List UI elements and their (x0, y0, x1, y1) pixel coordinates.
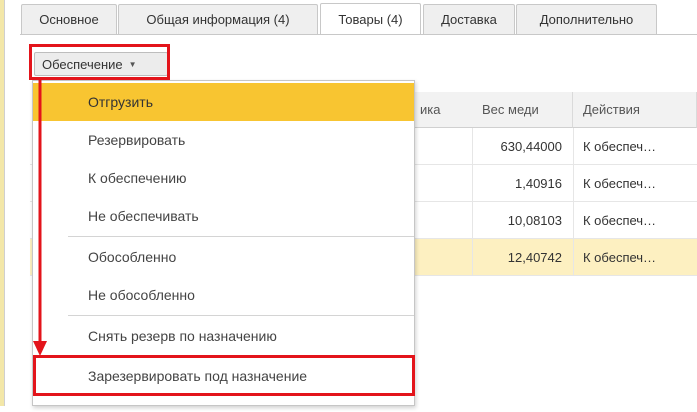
annotation-arrow-icon (33, 80, 47, 356)
